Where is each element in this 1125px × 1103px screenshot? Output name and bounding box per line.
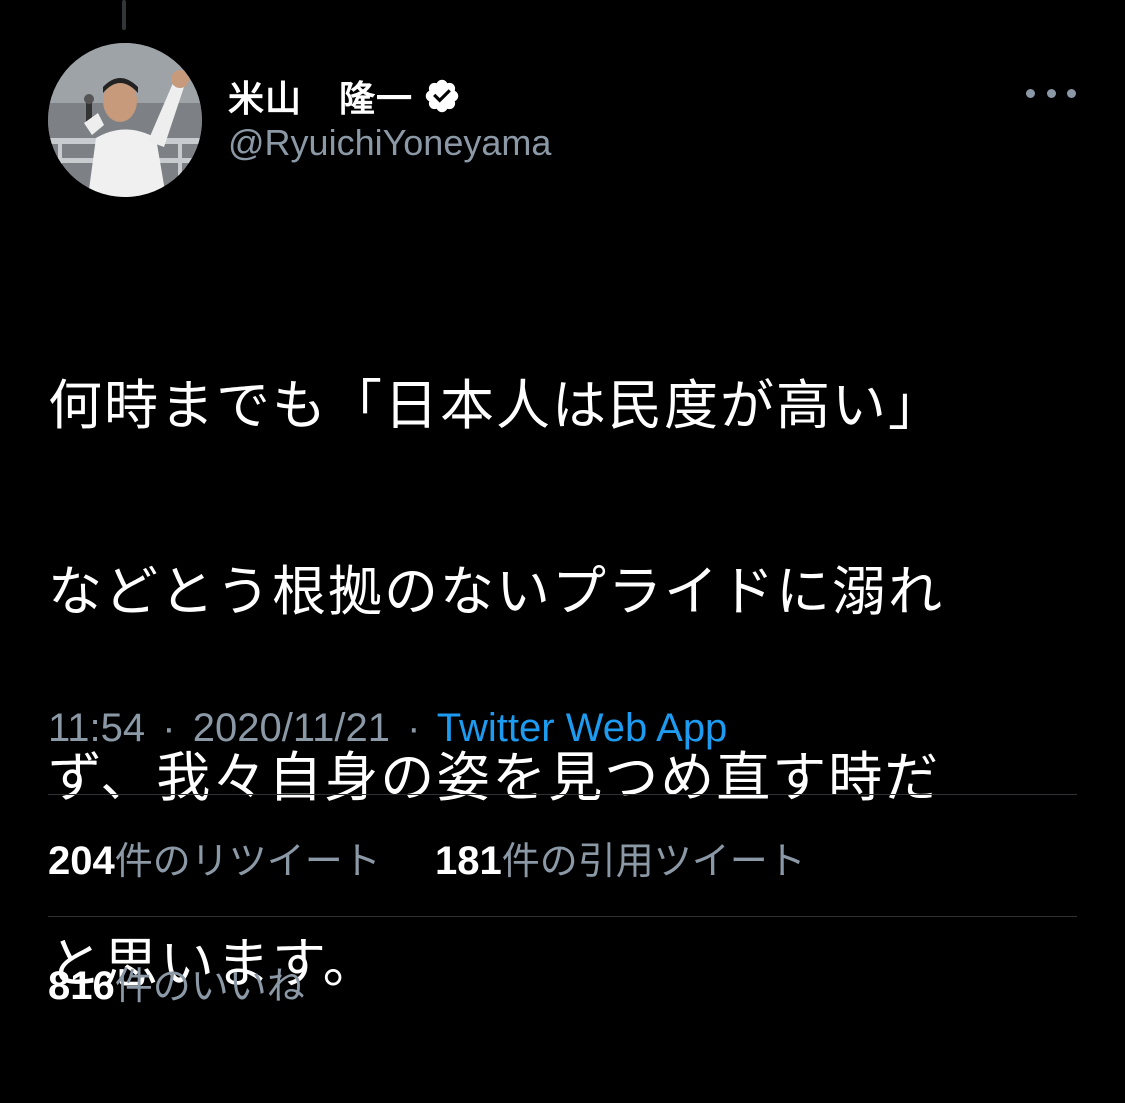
tweet-source-link[interactable]: Twitter Web App [437, 706, 728, 750]
likes-count: 816 [48, 964, 115, 1008]
quotes-stat[interactable]: 181件の引用ツイート [435, 839, 806, 883]
avatar-photo [48, 43, 202, 197]
more-dot [1026, 88, 1035, 98]
verified-badge-icon [423, 77, 461, 115]
tweet-text-line: などとう根拠のないプライドに溺れ [48, 560, 944, 623]
retweets-label: 件のリツイート [114, 839, 381, 883]
avatar[interactable] [48, 43, 202, 197]
retweets-stat[interactable]: 204件のリツイート [48, 839, 393, 883]
likes-stat[interactable]: 816件のいいね [48, 964, 305, 1008]
author-display-name[interactable]: 米山 隆一 [228, 70, 413, 122]
tweet-meta: 11:54 · 2020/11/21 · Twitter Web App [48, 706, 727, 751]
divider [48, 916, 1077, 917]
tweet-time[interactable]: 11:54 [48, 706, 145, 750]
tweet-date[interactable]: 2020/11/21 [193, 706, 390, 750]
tweet-text-line: 何時までも「日本人は民度が高い」 [48, 374, 944, 437]
divider [48, 794, 1077, 795]
retweets-count: 204 [48, 839, 115, 883]
meta-separator: · [162, 706, 176, 750]
author-name-row: 米山 隆一 [228, 66, 461, 126]
quotes-label: 件の引用ツイート [501, 839, 806, 883]
quotes-count: 181 [434, 839, 502, 883]
meta-separator: · [407, 706, 421, 750]
engagement-stats-row: 204件のリツイート 181件の引用ツイート [48, 830, 806, 885]
more-dot [1046, 88, 1056, 98]
more-dot [1067, 88, 1076, 98]
likes-label: 件のいいね [114, 964, 305, 1008]
author-handle[interactable]: @RyuichiYoneyama [228, 122, 551, 164]
thread-connector-line [122, 0, 126, 30]
likes-stats-row: 816件のいいね [48, 955, 305, 1010]
more-options-icon[interactable] [1026, 80, 1076, 106]
